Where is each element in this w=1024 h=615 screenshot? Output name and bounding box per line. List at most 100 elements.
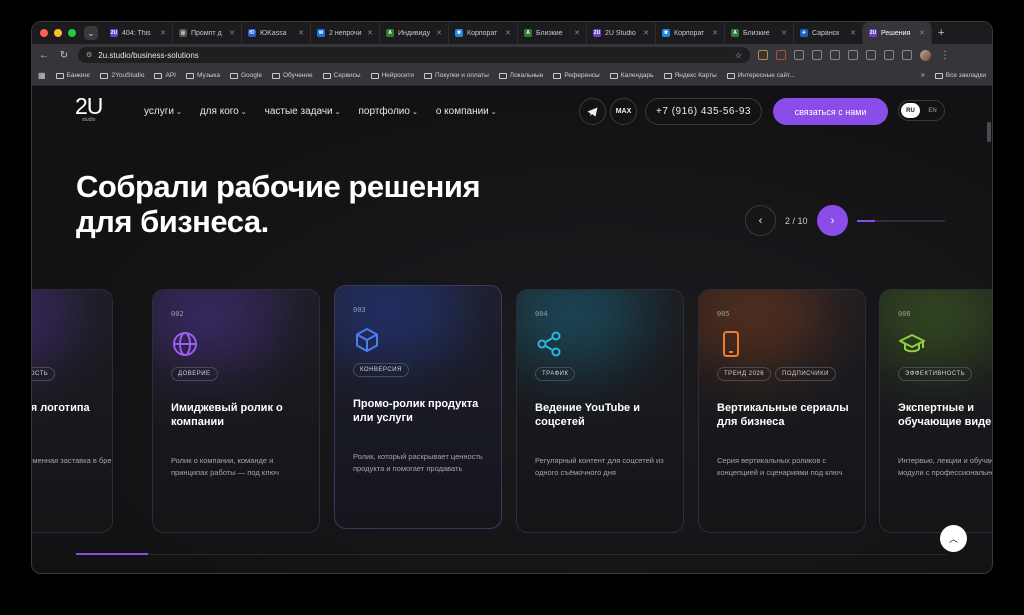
bookmark-item[interactable]: Сервисы: [322, 72, 361, 79]
phone-button[interactable]: +7 (916) 435-56-93: [645, 98, 762, 125]
nav-item[interactable]: портфолио ⌄: [359, 106, 418, 117]
browser-menu-icon[interactable]: ⋮: [939, 50, 951, 61]
extension-icon[interactable]: [848, 50, 858, 60]
tab-close-icon[interactable]: ✕: [436, 29, 442, 37]
download-icon[interactable]: [812, 50, 822, 60]
tab-close-icon[interactable]: ✕: [850, 29, 856, 37]
nav-item[interactable]: для кого ⌄: [200, 106, 247, 117]
browser-tab[interactable]: ✖ Корпорат ✕: [656, 22, 725, 44]
chevron-down-icon: ⌄: [240, 109, 247, 116]
tab-close-icon[interactable]: ✕: [160, 29, 166, 37]
bookmark-label: Календарь: [620, 72, 654, 79]
tab-close-icon[interactable]: ✕: [712, 29, 718, 37]
contact-button[interactable]: связаться с нами: [773, 98, 888, 125]
browser-tab[interactable]: ✈ Саранск ✕: [794, 22, 863, 44]
all-bookmarks-button[interactable]: Все закладки: [934, 72, 986, 79]
browser-tab[interactable]: 2U 404: This ✕: [104, 22, 173, 44]
reload-icon[interactable]: ↻: [58, 50, 70, 61]
tab-close-icon[interactable]: ✕: [574, 29, 580, 37]
zoom-window-button[interactable]: [68, 29, 76, 37]
bookmark-item[interactable]: Яндекс Карты: [663, 72, 717, 79]
tab-close-icon[interactable]: ✕: [919, 29, 925, 37]
qr-code-icon[interactable]: [884, 50, 894, 60]
solution-card[interactable]: 005 тренд 2026 подписчики Вертикальные сери…: [698, 289, 866, 533]
bookmark-item[interactable]: Интересные сайт...: [726, 72, 795, 79]
browser-tab[interactable]: 2U Решения ✕: [863, 22, 932, 44]
browser-tab[interactable]: ◎ Промпт д ✕: [173, 22, 242, 44]
bookmark-item[interactable]: Банкинг: [55, 72, 90, 79]
bookmark-item[interactable]: Обучение: [271, 72, 313, 79]
browser-tab[interactable]: A Индивиду ✕: [380, 22, 449, 44]
tab-close-icon[interactable]: ✕: [229, 29, 235, 37]
solution-card[interactable]: 006 эффективность Экспертные и обучающие в…: [879, 289, 992, 533]
folder-icon: [322, 72, 331, 79]
extension-icon[interactable]: [758, 50, 768, 60]
screenshot-icon[interactable]: [902, 50, 912, 60]
browser-tab[interactable]: A Близкие ✕: [518, 22, 587, 44]
card-description: Регулярный контент для соцсетей из одног…: [535, 456, 664, 477]
telegram-button[interactable]: [579, 98, 606, 125]
tab-close-icon[interactable]: ✕: [781, 29, 787, 37]
bookmark-item[interactable]: Музыка: [185, 72, 220, 79]
extensions-puzzle-icon[interactable]: [794, 50, 804, 60]
solution-card[interactable]: ность ия логотипа ирменная заставка в брен…: [32, 289, 113, 533]
nav-item[interactable]: услуги ⌄: [144, 106, 182, 117]
card-description: ирменная заставка в бренда для всех ю: [32, 456, 112, 465]
site-info-icon[interactable]: ⚙: [86, 51, 92, 59]
bookmark-item[interactable]: Локальные: [498, 72, 543, 79]
tab-close-icon[interactable]: ✕: [505, 29, 511, 37]
tab-label: ЮKassa: [260, 29, 287, 37]
apps-grid-icon[interactable]: ▦: [38, 71, 46, 80]
bookmark-item[interactable]: Календарь: [609, 72, 654, 79]
lang-en-button[interactable]: EN: [923, 108, 942, 114]
bookmark-list: Банкинг 2YouStudio API Музыка Google Обучение…: [55, 72, 795, 79]
back-icon[interactable]: ←: [38, 50, 50, 61]
browser-tab[interactable]: 2U 2U Studio ✕: [587, 22, 656, 44]
bookmark-item[interactable]: 2YouStudio: [100, 72, 144, 79]
tab-search-icon[interactable]: ⌄: [84, 26, 98, 40]
nav-item[interactable]: частые задачи ⌄: [265, 106, 341, 117]
url-text: 2u.studio/business-solutions: [98, 50, 199, 60]
card-tags: ность: [32, 367, 56, 381]
carousel-next-button[interactable]: ›: [817, 205, 848, 236]
browser-tab[interactable]: A Близкие ✕: [725, 22, 794, 44]
bookmark-star-icon[interactable]: ☆: [735, 51, 742, 60]
address-bar[interactable]: ⚙ 2u.studio/business-solutions ☆: [78, 47, 750, 63]
solution-card[interactable]: 003 конверсия Промо-ролик продукта или усл…: [334, 285, 502, 529]
bookmark-item[interactable]: API: [154, 72, 176, 79]
extension-icon[interactable]: [830, 50, 840, 60]
tab-close-icon[interactable]: ✕: [643, 29, 649, 37]
carousel-prev-button[interactable]: ‹: [745, 205, 776, 236]
bookmark-item[interactable]: Референсы: [553, 72, 600, 79]
tab-favicon-icon: ✖: [455, 29, 463, 37]
browser-tab[interactable]: ✉ 2 непрочи ✕: [311, 22, 380, 44]
lang-ru-button[interactable]: RU: [901, 103, 920, 118]
extension-icon[interactable]: [776, 50, 786, 60]
more-bookmarks-icon[interactable]: »: [921, 72, 925, 79]
minimize-window-button[interactable]: [54, 29, 62, 37]
site-logo[interactable]: 2U studio: [75, 93, 103, 124]
chevron-down-icon: ⌄: [411, 109, 418, 116]
card-tag: подписчики: [775, 367, 836, 381]
tab-label: Близкие: [536, 29, 563, 37]
bookmark-item[interactable]: Google: [229, 72, 262, 79]
nav-item[interactable]: о компании ⌄: [436, 106, 497, 117]
close-window-button[interactable]: [40, 29, 48, 37]
card-tag: ность: [32, 367, 56, 381]
new-tab-icon[interactable]: +: [938, 27, 944, 39]
max-messenger-button[interactable]: MAX: [610, 98, 637, 125]
bookmark-item[interactable]: Нейросети: [370, 72, 414, 79]
tab-close-icon[interactable]: ✕: [367, 29, 373, 37]
all-bookmarks-label: Все закладки: [945, 72, 986, 79]
solution-card[interactable]: 002 доверие Имиджевый ролик о компании Роли…: [152, 289, 320, 533]
profile-avatar[interactable]: [920, 49, 931, 61]
bookmark-item[interactable]: Покупки и оплаты: [424, 72, 489, 79]
browser-tab[interactable]: ✖ Корпорат ✕: [449, 22, 518, 44]
tab-close-icon[interactable]: ✕: [298, 29, 304, 37]
solution-card[interactable]: 004 трафик Ведение YouTube и соцсетей Регул…: [516, 289, 684, 533]
browser-tab[interactable]: Ю ЮKassa ✕: [242, 22, 311, 44]
translate-icon[interactable]: [866, 50, 876, 60]
page-scrollbar[interactable]: [987, 122, 991, 142]
logo-mark: 2U: [75, 93, 103, 119]
scroll-to-top-button[interactable]: ︿: [940, 525, 967, 552]
